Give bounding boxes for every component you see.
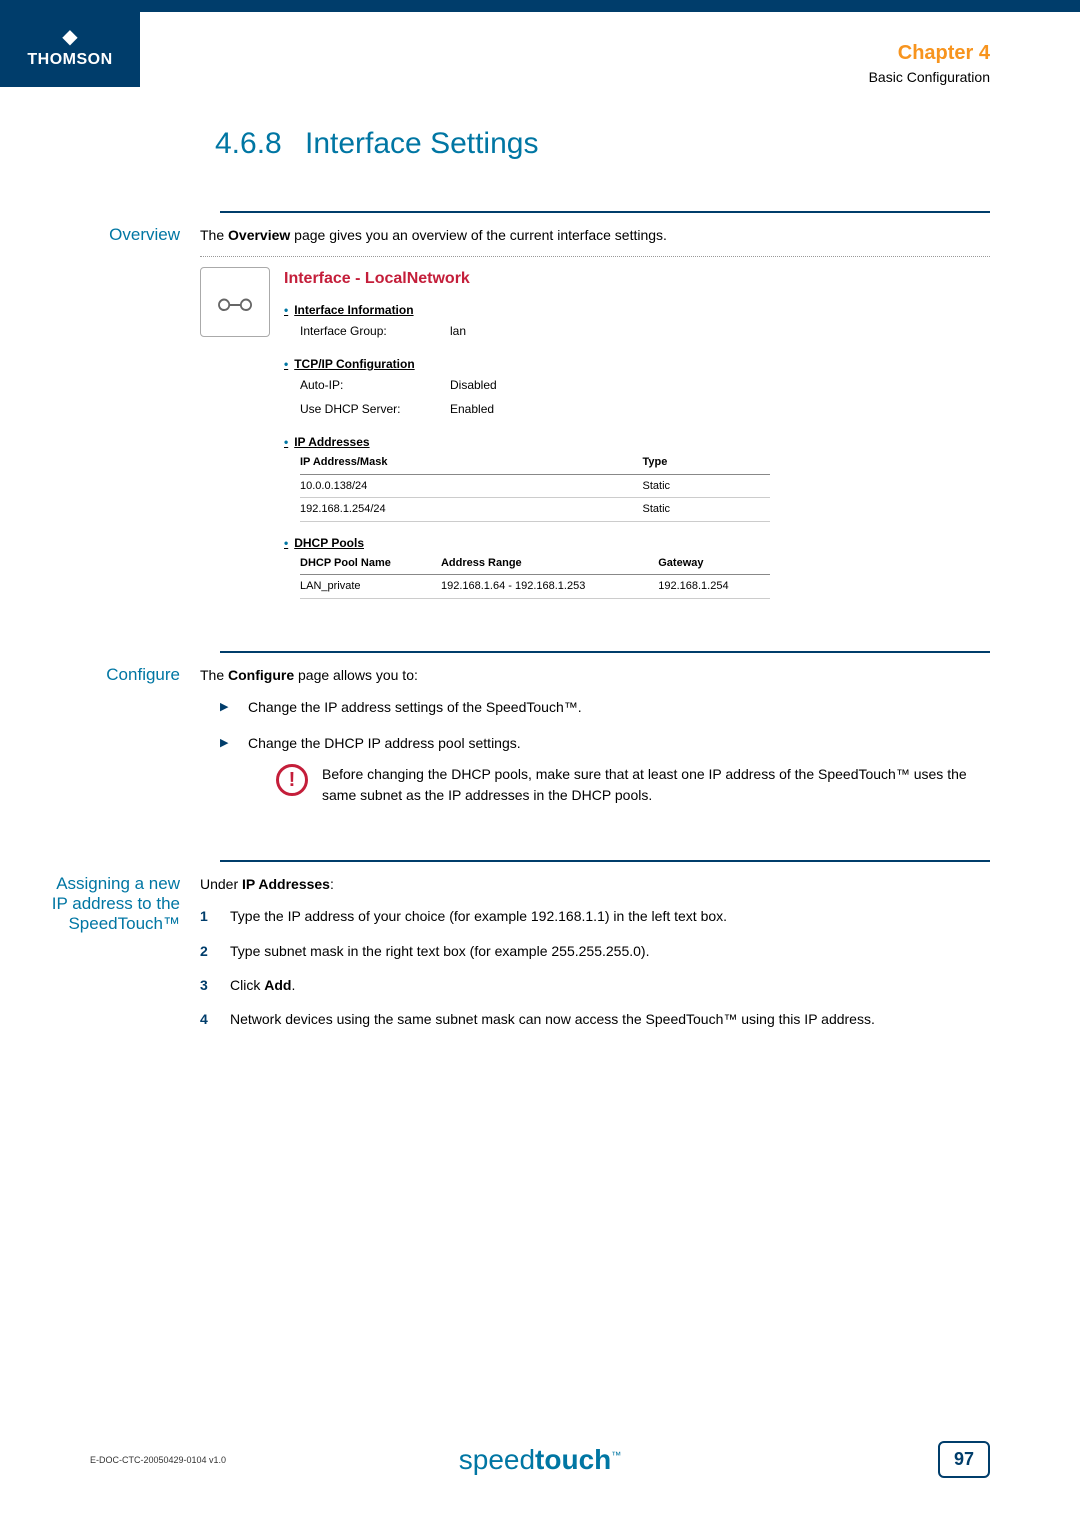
logo-text: THOMSON — [20, 51, 120, 69]
assigning-block: Assigning a new IP address to the SpeedT… — [220, 860, 990, 1043]
configure-bullet-1: Change the IP address settings of the Sp… — [220, 696, 990, 718]
interface-screenshot: ⧟ Interface - LocalNetwork •Interface In… — [200, 267, 990, 611]
configure-bullet-2: Change the DHCP IP address pool settings… — [220, 732, 990, 806]
overview-block: Overview The Overview page gives you an … — [220, 211, 990, 611]
interface-info-heading: •Interface Information — [284, 301, 990, 319]
section-title-text: Interface Settings — [305, 127, 538, 160]
warning-icon: ! — [276, 764, 308, 796]
dhcp-server-row: Use DHCP Server: Enabled — [284, 397, 990, 421]
section-number: 4.6.8 — [215, 127, 305, 161]
logo-diamond-icon: ◆ — [20, 24, 120, 49]
overview-label: Overview — [100, 225, 200, 611]
assigning-intro: Under IP Addresses: — [200, 874, 990, 895]
ip-addresses-heading: •IP Addresses — [284, 433, 990, 451]
overview-intro: The Overview page gives you an overview … — [200, 225, 990, 246]
main-content: 4.6.8Interface Settings Overview The Ove… — [0, 87, 1080, 1043]
section-title: 4.6.8Interface Settings — [215, 127, 990, 161]
chapter-header: Chapter 4 Basic Configuration — [869, 12, 1080, 85]
chapter-subtitle: Basic Configuration — [869, 69, 990, 85]
page-footer: E-DOC-CTC-20050429-0104 v1.0 speedtouch™… — [0, 1441, 1080, 1478]
assigning-label: Assigning a new IP address to the SpeedT… — [50, 874, 200, 1043]
auto-ip-row: Auto-IP: Disabled — [284, 373, 990, 397]
configure-intro: The Configure page allows you to: — [200, 665, 990, 686]
table-row: LAN_private 192.168.1.64 - 192.168.1.253… — [300, 575, 770, 599]
configure-label: Configure — [100, 665, 200, 821]
tcpip-heading: •TCP/IP Configuration — [284, 355, 990, 373]
warning-box: ! Before changing the DHCP pools, make s… — [276, 764, 990, 806]
dhcp-pools-table: DHCP Pool Name Address Range Gateway LAN… — [300, 552, 770, 599]
step-1: 1Type the IP address of your choice (for… — [200, 905, 990, 927]
dotted-divider — [200, 256, 990, 257]
table-row: 192.168.1.254/24 Static — [300, 498, 770, 522]
configure-block: Configure The Configure page allows you … — [220, 651, 990, 821]
doc-id: E-DOC-CTC-20050429-0104 v1.0 — [90, 1455, 226, 1465]
network-icon: ⧟ — [200, 267, 270, 337]
panel-title: Interface - LocalNetwork — [284, 267, 990, 291]
ip-addresses-table: IP Address/Mask Type 10.0.0.138/24 Stati… — [300, 451, 770, 522]
warning-text: Before changing the DHCP pools, make sur… — [322, 764, 990, 806]
step-3: 3Click Add. — [200, 974, 990, 996]
thomson-logo: ◆ THOMSON — [0, 12, 140, 87]
top-bar — [0, 0, 1080, 12]
dhcp-pools-heading: •DHCP Pools — [284, 534, 990, 552]
step-2: 2Type subnet mask in the right text box … — [200, 940, 990, 962]
page-number: 97 — [938, 1441, 990, 1478]
chapter-label: Chapter 4 — [869, 42, 990, 65]
page-header: ◆ THOMSON Chapter 4 Basic Configuration — [0, 12, 1080, 87]
step-4: 4Network devices using the same subnet m… — [200, 1008, 990, 1030]
interface-group-row: Interface Group: lan — [284, 319, 990, 343]
speedtouch-logo: speedtouch™ — [459, 1444, 622, 1476]
table-row: 10.0.0.138/24 Static — [300, 474, 770, 498]
